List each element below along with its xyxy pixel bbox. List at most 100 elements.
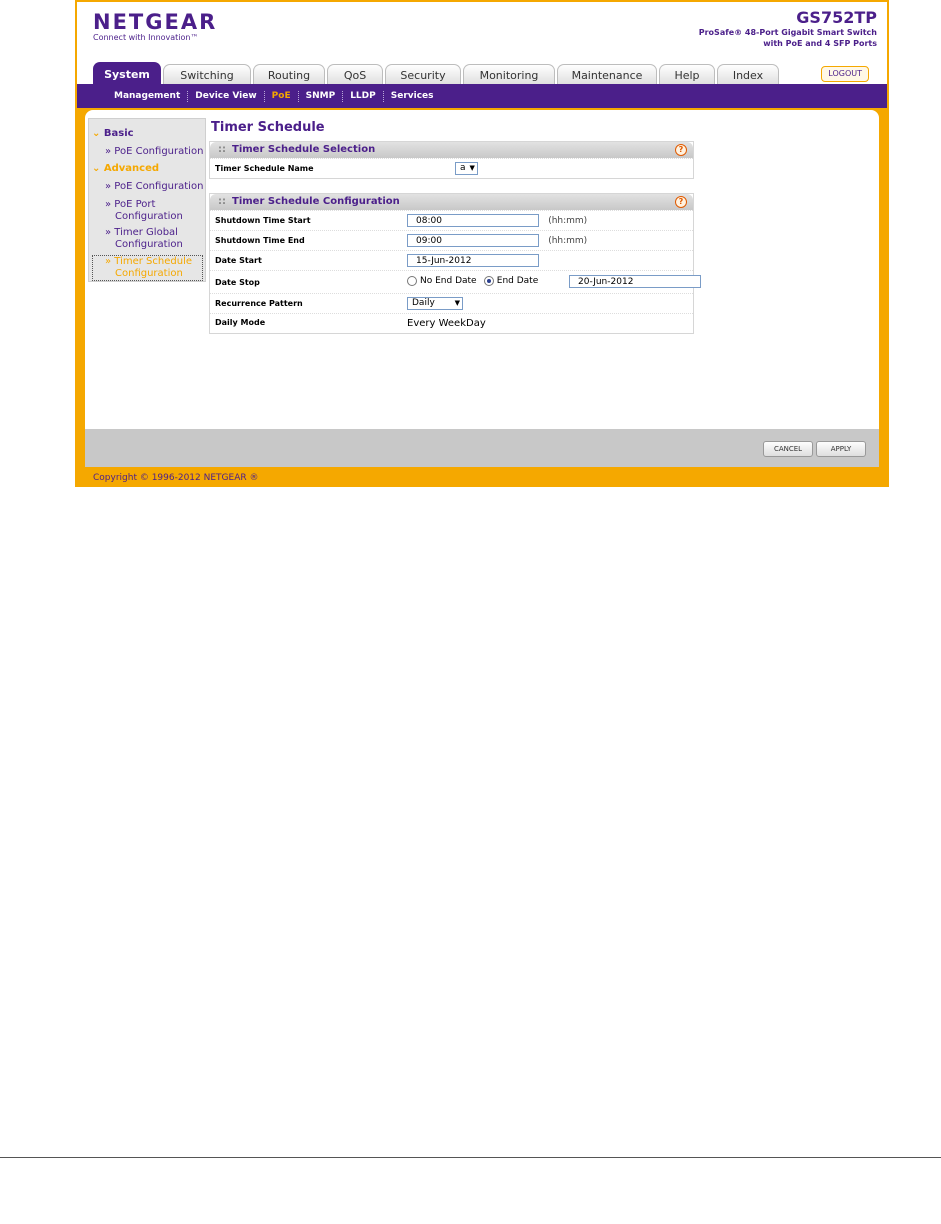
app-frame: NETGEAR Connect with Innovation™ GS752TP…: [75, 0, 889, 487]
drag-handle-icon: ::: [218, 196, 226, 207]
no-end-date-radio[interactable]: [407, 276, 417, 286]
date-start-input[interactable]: [407, 254, 539, 267]
tab-monitoring[interactable]: Monitoring: [463, 64, 555, 86]
row-date-stop: Date Stop No End Date End Date: [210, 270, 701, 293]
shutdown-end-input[interactable]: [407, 234, 539, 247]
recurrence-label: Recurrence Pattern: [215, 299, 303, 308]
chevron-down-icon: ⌄: [92, 128, 101, 139]
tab-routing[interactable]: Routing: [253, 64, 325, 86]
subnav-poe[interactable]: PoE: [265, 90, 299, 102]
date-stop-wrap: No End Date End Date: [407, 276, 542, 287]
chevron-down-icon: ⌄: [92, 163, 101, 174]
nav-adv-timer-schedule-configuration[interactable]: » Timer Schedule Configuration: [92, 255, 203, 281]
action-bar: CANCEL APPLY: [85, 429, 879, 467]
main-tabs: System Switching Routing QoS Security Mo…: [93, 62, 779, 86]
timer-schedule-name-select[interactable]: a ▼: [455, 162, 478, 175]
nav-section-basic[interactable]: ⌄ Basic: [92, 128, 134, 140]
date-start-label: Date Start: [215, 256, 262, 265]
end-date-label: End Date: [496, 276, 539, 286]
nav-label-line: Configuration: [115, 211, 183, 222]
subnav-snmp[interactable]: SNMP: [299, 90, 344, 102]
shutdown-start-wrap: (hh:mm): [407, 214, 587, 227]
tab-maintenance[interactable]: Maintenance: [557, 64, 657, 86]
nav-section-basic-label: Basic: [103, 128, 134, 139]
date-start-wrap: [407, 254, 539, 267]
content-area: Timer Schedule :: Timer Schedule Selectio…: [209, 120, 701, 348]
selected-value: Daily: [412, 298, 435, 308]
desc-line-1: ProSafe® 48-Port Gigabit Smart Switch: [698, 28, 877, 37]
tagline: Connect with Innovation™: [93, 33, 199, 42]
row-shutdown-end: Shutdown Time End (hh:mm): [210, 230, 693, 250]
dropdown-arrow-icon: ▼: [469, 164, 475, 172]
recurrence-select[interactable]: Daily ▼: [407, 297, 463, 310]
apply-button[interactable]: APPLY: [816, 441, 866, 457]
config-box-header: :: Timer Schedule Configuration ?: [210, 194, 693, 210]
subnav-device-view[interactable]: Device View: [188, 90, 265, 102]
row-timer-schedule-name: Timer Schedule Name a ▼: [210, 158, 693, 178]
nav-adv-poe-configuration[interactable]: » PoE Configuration: [105, 181, 203, 193]
page-divider: [0, 1157, 941, 1158]
selection-header-label: Timer Schedule Selection: [232, 144, 376, 155]
nav-section-advanced[interactable]: ⌄ Advanced: [92, 163, 159, 175]
tab-security[interactable]: Security: [385, 64, 461, 86]
dropdown-arrow-icon: ▼: [454, 299, 460, 307]
subnav-services[interactable]: Services: [384, 91, 441, 102]
tab-qos[interactable]: QoS: [327, 64, 383, 86]
tab-switching[interactable]: Switching: [163, 64, 251, 86]
nav-basic-poe-configuration[interactable]: » PoE Configuration: [105, 146, 203, 158]
end-date-radio[interactable]: [483, 276, 494, 286]
nav-label-line: Configuration: [115, 268, 183, 279]
subnav-management[interactable]: Management: [107, 90, 189, 102]
shutdown-start-input[interactable]: [407, 214, 539, 227]
shutdown-end-wrap: (hh:mm): [407, 234, 587, 247]
model-name: GS752TP: [796, 8, 877, 27]
drag-handle-icon: ::: [218, 144, 226, 155]
desc-line-2: with PoE and 4 SFP Ports: [763, 39, 877, 48]
copyright: Copyright © 1996-2012 NETGEAR ®: [93, 473, 259, 483]
subnav-lldp[interactable]: LLDP: [343, 90, 384, 102]
select-box: Daily ▼: [407, 297, 463, 310]
logout-button[interactable]: LOGOUT: [821, 66, 869, 82]
nav-adv-poe-port-configuration[interactable]: » PoE Port Configuration: [105, 199, 183, 223]
config-header-label: Timer Schedule Configuration: [232, 196, 400, 207]
select-box: a ▼: [455, 162, 478, 175]
shutdown-end-label: Shutdown Time End: [215, 236, 305, 245]
shutdown-start-label: Shutdown Time Start: [215, 216, 311, 225]
date-stop-label: Date Stop: [215, 278, 260, 287]
row-shutdown-start: Shutdown Time Start (hh:mm): [210, 210, 693, 230]
no-end-date-label: No End Date: [420, 276, 477, 286]
selection-box-header: :: Timer Schedule Selection ?: [210, 142, 693, 158]
time-unit-hint: (hh:mm): [548, 235, 588, 246]
nav-label-line: » Timer Global: [105, 227, 178, 238]
time-unit-hint: (hh:mm): [548, 215, 588, 226]
model-description: ProSafe® 48-Port Gigabit Smart Switch wi…: [677, 27, 877, 49]
selected-value: a: [460, 163, 466, 173]
page-title: Timer Schedule: [211, 120, 325, 135]
nav-section-advanced-label: Advanced: [103, 163, 160, 174]
end-date-input[interactable]: [569, 275, 701, 288]
header: NETGEAR Connect with Innovation™ GS752TP…: [77, 2, 887, 86]
nav-label-line: » Timer Schedule: [105, 256, 193, 267]
row-daily-mode: Daily Mode Every WeekDay: [210, 313, 693, 333]
netgear-logo: NETGEAR: [93, 10, 218, 34]
help-icon[interactable]: ?: [675, 196, 687, 208]
end-date-wrap: [569, 275, 701, 288]
daily-mode-value: Every WeekDay: [407, 318, 486, 329]
row-date-start: Date Start: [210, 250, 693, 270]
cancel-button[interactable]: CANCEL: [763, 441, 813, 457]
nav-adv-timer-global-configuration[interactable]: » Timer Global Configuration: [105, 227, 183, 251]
tab-system[interactable]: System: [93, 62, 161, 86]
subnav: Management Device View PoE SNMP LLDP Ser…: [77, 84, 887, 108]
row-recurrence: Recurrence Pattern Daily ▼: [210, 293, 693, 313]
tab-help[interactable]: Help: [659, 64, 715, 86]
timer-schedule-name-label: Timer Schedule Name: [215, 164, 314, 173]
nav-label-line: Configuration: [115, 239, 183, 250]
help-icon[interactable]: ?: [675, 144, 687, 156]
left-nav: ⌄ Basic » PoE Configuration ⌄ Advanced »…: [88, 118, 206, 282]
selection-box: :: Timer Schedule Selection ? Timer Sched…: [209, 141, 694, 179]
daily-mode-label: Daily Mode: [215, 318, 266, 327]
tab-index[interactable]: Index: [717, 64, 779, 86]
nav-label-line: » PoE Port: [105, 199, 156, 210]
config-box: :: Timer Schedule Configuration ? Shutdow…: [209, 193, 701, 334]
main-panel: ⌄ Basic » PoE Configuration ⌄ Advanced »…: [85, 110, 879, 467]
